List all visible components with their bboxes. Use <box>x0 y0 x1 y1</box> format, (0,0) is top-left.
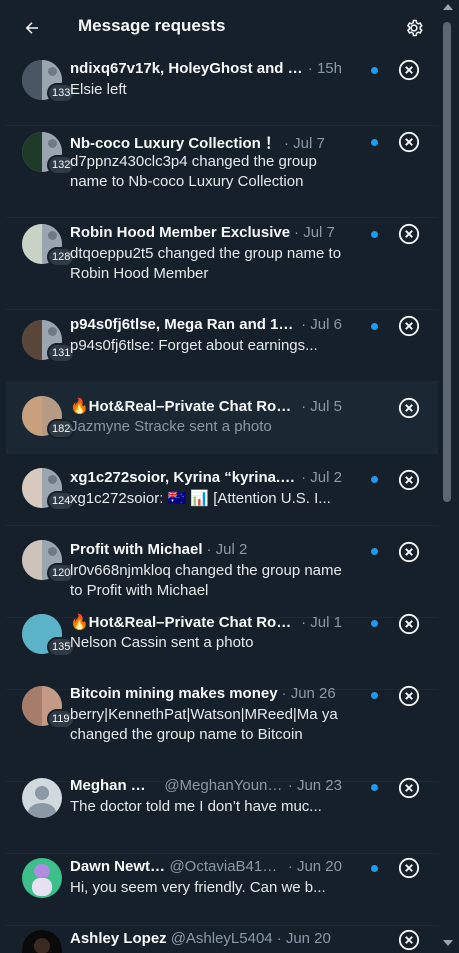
conversation-handle: @OctaviaB41639 <box>169 858 284 875</box>
conversation-name: Robin Hood Member Exclusive <box>70 224 291 241</box>
user-avatar <box>22 778 62 818</box>
back-button[interactable] <box>18 14 46 42</box>
user-avatar <box>22 858 62 898</box>
unread-indicator <box>371 67 378 74</box>
conversation-handle: @MeghanYoun46... <box>164 777 284 794</box>
conversation-name: Dawn Newton <box>70 858 166 875</box>
conversation-row[interactable]: 120 Profit with Michael · Jul 2 lr0v668nj… <box>6 526 438 618</box>
conversation-time: · Jun 20 <box>287 858 342 875</box>
group-avatar: 182 <box>22 396 76 439</box>
conversation-name: Profit with Michael <box>70 541 203 558</box>
conversation-time: · Jun 26 <box>281 685 336 702</box>
group-avatar: 124 <box>22 468 76 511</box>
conversation-name: ndixq67v17k, HoleyGhost and 131 ... <box>70 60 304 77</box>
dismiss-icon[interactable] <box>398 223 420 245</box>
conversation-row[interactable]: 182 🔥Hot&Real–Private Chat Room · Jul 5 J… <box>6 382 438 454</box>
arrow-left-icon <box>25 22 38 34</box>
conversation-time: · Jul 6 <box>301 316 342 333</box>
conversation-name: 🔥Hot&Real–Private Chat Room <box>70 614 298 631</box>
conversation-row[interactable]: Meghan Yo... @MeghanYoun46... · Jun 23 The… <box>6 777 438 854</box>
conversation-row[interactable]: 135 🔥Hot&Real–Private Chat Room · Jul 1 N… <box>6 613 438 690</box>
conversation-name: xg1c272soior, Kyrina “kyrina.bsk... <box>70 469 298 486</box>
unread-indicator <box>371 476 378 483</box>
conversation-time: · Jun 20 <box>276 930 331 947</box>
conversation-name: Meghan Yo... <box>70 777 153 794</box>
message-preview: Hi, you seem very friendly. Can we b... <box>70 879 326 896</box>
message-preview: d7ppnz430clc3p4 changed the group name t… <box>70 153 317 190</box>
conversation-row[interactable]: 133 ndixq67v17k, HoleyGhost and 131 ... ·… <box>6 54 438 126</box>
message-preview: lr0v668njmkloq changed the group name to… <box>70 562 342 599</box>
dismiss-icon[interactable] <box>398 315 420 337</box>
scroll-up-arrow-icon[interactable] <box>443 4 453 10</box>
unread-indicator <box>371 692 378 699</box>
conversation-name: Ashley Lopez <box>70 930 167 947</box>
conversation-handle: @AshleyL5404 <box>170 930 273 947</box>
unread-indicator <box>371 231 378 238</box>
conversation-time: · Jul 2 <box>206 541 248 558</box>
message-preview: Elsie left <box>70 81 127 98</box>
dismiss-icon[interactable] <box>398 541 420 563</box>
group-avatar: 128 <box>22 224 76 267</box>
group-avatar: 131 <box>22 320 76 363</box>
conversation-time: · Jul 7 <box>294 224 335 241</box>
conversation-row[interactable]: 132 Nb-coco Luxury Collection ！ · Jul 7 d… <box>6 126 438 218</box>
dismiss-icon[interactable] <box>398 59 420 81</box>
settings-button[interactable] <box>400 14 428 42</box>
message-preview: Jazmyne Stracke sent a photo <box>70 418 272 435</box>
conversation-name: 🔥Hot&Real–Private Chat Room <box>70 398 298 415</box>
conversation-name: Nb-coco Luxury Collection ！ <box>70 135 281 152</box>
group-avatar: 119 <box>22 686 75 729</box>
page-title: Message requests <box>78 16 226 35</box>
conversation-time: · 15h <box>307 60 342 77</box>
group-avatar: 120 <box>22 540 76 583</box>
conversation-row[interactable]: Ashley Lopez @AshleyL5404 · Jun 20 <box>6 926 438 953</box>
dismiss-icon[interactable] <box>398 131 420 153</box>
dismiss-icon[interactable] <box>398 469 420 491</box>
dismiss-icon[interactable] <box>398 857 420 879</box>
dismiss-icon[interactable] <box>398 685 420 707</box>
dismiss-icon[interactable] <box>398 777 420 799</box>
dismiss-icon[interactable] <box>398 929 420 951</box>
conversation-name: p94s0fj6tlse, Mega Ran and 129 ... <box>70 316 298 333</box>
conversation-time: · Jul 7 <box>284 135 325 152</box>
message-preview: berry|KennethPat|Watson|MReed|Ma ya chan… <box>70 706 338 743</box>
user-avatar <box>22 930 62 953</box>
unread-indicator <box>371 139 378 146</box>
unread-indicator <box>371 620 378 627</box>
dismiss-icon[interactable] <box>398 613 420 635</box>
scrollbar-thumb[interactable] <box>443 22 451 502</box>
unread-indicator <box>371 865 378 872</box>
page-header: Message requests <box>0 0 438 54</box>
scroll-down-arrow-icon[interactable] <box>443 940 453 946</box>
conversation-time: · Jul 1 <box>301 614 342 631</box>
unread-indicator <box>371 323 378 330</box>
conversation-row[interactable]: 128 Robin Hood Member Exclusive · Jul 7 d… <box>6 218 438 310</box>
conversation-time: · Jun 23 <box>287 777 342 794</box>
message-preview: Nelson Cassin sent a photo <box>70 634 254 651</box>
conversation-row[interactable]: 124 xg1c272soior, Kyrina “kyrina.bsk... ·… <box>6 454 438 526</box>
unread-indicator <box>371 784 378 791</box>
message-request-list: 133 ndixq67v17k, HoleyGhost and 131 ... ·… <box>6 54 438 953</box>
conversation-row[interactable]: Dawn Newton @OctaviaB41639 · Jun 20 Hi, yo… <box>6 854 438 926</box>
conversation-row[interactable]: 131 p94s0fj6tlse, Mega Ran and 129 ... · … <box>6 310 438 382</box>
conversation-name: Bitcoin mining makes money <box>70 685 278 702</box>
dismiss-icon[interactable] <box>398 397 420 419</box>
conversation-time: · Jul 2 <box>301 469 342 486</box>
conversation-time: · Jul 5 <box>301 398 342 415</box>
scrollbar[interactable] <box>438 0 459 953</box>
message-preview: p94s0fj6tlse: Forget about earnings... <box>70 337 318 354</box>
group-avatar: 135 <box>22 614 76 657</box>
message-preview: xg1c272soior: 🇦🇺 📊 [Attention U.S. I... <box>70 490 331 507</box>
message-preview: The doctor told me I don’t have muc... <box>70 798 322 815</box>
conversation-row[interactable]: 119 Bitcoin mining makes money · Jun 26 b… <box>6 685 438 782</box>
unread-indicator <box>371 548 378 555</box>
message-preview: dtqoeppu2t5 changed the group name to Ro… <box>70 245 342 282</box>
group-avatar: 133 <box>22 60 76 103</box>
group-avatar: 132 <box>22 132 76 175</box>
gear-icon <box>406 19 423 37</box>
